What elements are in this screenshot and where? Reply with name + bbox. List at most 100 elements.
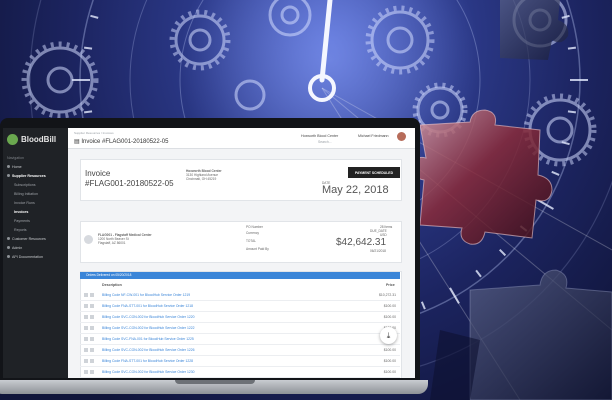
line-item-price: $100.00 bbox=[383, 348, 396, 352]
invoice-date: May 22, 2018 bbox=[322, 184, 389, 196]
edit-icon[interactable] bbox=[90, 304, 94, 308]
sidebar-item-admin[interactable]: Admin bbox=[3, 243, 68, 252]
sidebar-item-customer-resources[interactable]: Customer Resources bbox=[3, 234, 68, 243]
line-item-description[interactable]: Billing Code SVC-FNA-001 for BloodHub Se… bbox=[102, 337, 194, 341]
sidebar-item-label: Invoice Runs bbox=[14, 200, 35, 205]
expand-icon[interactable] bbox=[84, 304, 88, 308]
invoice-total: $42,642.31 bbox=[336, 237, 387, 248]
nav-heading: Navigation bbox=[7, 156, 24, 160]
line-item-description[interactable]: Billing Code SVC-CON-002 for BloodHub Se… bbox=[102, 315, 195, 319]
clock-tick bbox=[90, 14, 99, 19]
brand[interactable]: BloodBill bbox=[3, 128, 68, 150]
table-row[interactable]: Billing Code SVC-CON-002 for BloodHub Se… bbox=[80, 312, 400, 323]
expand-icon[interactable] bbox=[84, 348, 88, 352]
user-menu[interactable]: Michael Friedmann bbox=[358, 134, 389, 138]
order-group-header[interactable]: Orders Delivered on 05/20/2018 bbox=[80, 272, 400, 279]
edit-icon[interactable] bbox=[90, 370, 94, 374]
edit-icon[interactable] bbox=[90, 293, 94, 297]
expand-icon[interactable] bbox=[84, 370, 88, 374]
expand-icon[interactable] bbox=[84, 293, 88, 297]
label-po-number: PO Number bbox=[246, 225, 263, 229]
org-selector[interactable]: Hoxworth Blood Center bbox=[301, 134, 338, 138]
paid-date: 06/21/2018 bbox=[370, 249, 386, 253]
sidebar-item-home[interactable]: Home bbox=[3, 162, 68, 171]
table-row[interactable]: Billing Code SVC-CON-002 for BloodHub Se… bbox=[80, 345, 400, 356]
sidebar: BloodBill Navigation Home Supplier Resour… bbox=[3, 128, 68, 378]
invoice-number: #FLAG001-20180522-05 bbox=[85, 179, 174, 188]
table-row[interactable]: Billing Code SVC-CON-002 for BloodHub Se… bbox=[80, 367, 400, 378]
sidebar-item-subscriptions[interactable]: Subscriptions bbox=[3, 180, 68, 189]
status-badge[interactable]: PAYMENT SCHEDULED bbox=[348, 167, 400, 178]
nav-bullet-icon bbox=[7, 174, 10, 177]
download-icon: ⤓ bbox=[386, 330, 391, 340]
edit-icon[interactable] bbox=[90, 337, 94, 341]
sidebar-item-payments[interactable]: Payments bbox=[3, 216, 68, 225]
table-row[interactable]: Billing Code SVC-CON-002 for BloodHub Se… bbox=[80, 323, 400, 334]
from-address-line2: Cincinnati, OH 45219 bbox=[186, 177, 217, 181]
sidebar-item-label: Invoices bbox=[14, 209, 29, 214]
sidebar-item-label: Customer Resources bbox=[12, 236, 46, 241]
edit-icon[interactable] bbox=[90, 326, 94, 330]
brand-name: BloodBill bbox=[21, 134, 57, 144]
clock-tick bbox=[498, 248, 507, 257]
page-title: ▤ Invoice #FLAG001-20180522-05 bbox=[74, 139, 169, 145]
col-price: Price bbox=[386, 283, 395, 287]
label-currency: Currency bbox=[246, 231, 259, 235]
main-content: Invoice #FLAG001-20180522-05 Hoxworth Bl… bbox=[68, 149, 415, 378]
sidebar-item-label: Billing Initiation bbox=[14, 191, 38, 196]
nav-bullet-icon bbox=[7, 246, 10, 249]
expand-icon[interactable] bbox=[84, 315, 88, 319]
clock-tick bbox=[567, 110, 577, 114]
laptop: BloodBill Navigation Home Supplier Resour… bbox=[0, 118, 430, 400]
sidebar-item-invoices[interactable]: Invoices bbox=[3, 207, 68, 216]
avatar[interactable] bbox=[397, 132, 406, 141]
sidebar-item-reports[interactable]: Reports bbox=[3, 225, 68, 234]
expand-icon[interactable] bbox=[84, 326, 88, 330]
line-item-description[interactable]: Billing Code SVC-CON-002 for BloodHub Se… bbox=[102, 370, 195, 374]
line-item-price: $100.00 bbox=[383, 370, 396, 374]
customer-avatar bbox=[84, 235, 93, 244]
table-row[interactable]: Billing Code FNA-STT-001 for BloodHub Se… bbox=[80, 301, 400, 312]
clock-tick bbox=[83, 46, 93, 50]
bloodbill-logo-icon bbox=[7, 133, 18, 145]
edit-icon[interactable] bbox=[90, 359, 94, 363]
topbar: Supplier Resources / Invoices ▤ Invoice … bbox=[68, 128, 415, 149]
clock-tick bbox=[475, 269, 482, 278]
line-item-price: $100.00 bbox=[383, 304, 396, 308]
sidebar-nav: Home Supplier Resources Subscriptions Billi… bbox=[3, 162, 68, 261]
col-description: Description bbox=[102, 283, 122, 287]
clock-tick bbox=[83, 110, 93, 114]
sidebar-item-label: Payments bbox=[14, 218, 30, 223]
edit-icon[interactable] bbox=[90, 315, 94, 319]
hero-scene: BloodBill Navigation Home Supplier Resour… bbox=[0, 0, 612, 400]
laptop-bezel: BloodBill Navigation Home Supplier Resour… bbox=[0, 118, 420, 380]
puzzle-piece-icon bbox=[411, 109, 553, 245]
line-item-description[interactable]: Billing Code SVC-CON-002 for BloodHub Se… bbox=[102, 348, 195, 352]
expand-icon[interactable] bbox=[84, 359, 88, 363]
line-item-description[interactable]: Billing Code FNA-STT-001 for BloodHub Se… bbox=[102, 304, 193, 308]
download-button[interactable]: ⤓ bbox=[380, 327, 397, 344]
sidebar-item-label: Reports bbox=[14, 227, 27, 232]
breadcrumb[interactable]: Supplier Resources / Invoices bbox=[74, 131, 114, 135]
sidebar-item-supplier-resources[interactable]: Supplier Resources bbox=[3, 171, 68, 180]
label-total: TOTAL bbox=[246, 239, 256, 243]
nav-bullet-icon bbox=[7, 237, 10, 240]
sidebar-item-label: Admin bbox=[12, 245, 23, 250]
invoice-heading: Invoice bbox=[85, 169, 111, 178]
edit-icon[interactable] bbox=[90, 348, 94, 352]
sidebar-item-label: Subscriptions bbox=[14, 182, 36, 187]
clock-tick bbox=[551, 170, 560, 176]
search-input[interactable]: Search... bbox=[318, 140, 332, 144]
table-row[interactable]: Billing Code SVC-FNA-001 for BloodHub Se… bbox=[80, 334, 400, 345]
sidebar-item-billing-initiation[interactable]: Billing Initiation bbox=[3, 189, 68, 198]
line-item-description[interactable]: Billing Code SVC-CON-002 for BloodHub Se… bbox=[102, 326, 195, 330]
line-item-description[interactable]: Billing Code FNA-STT-001 for BloodHub Se… bbox=[102, 359, 193, 363]
table-row[interactable]: Billing Code NF-CW-001 for BloodHub Serv… bbox=[80, 290, 400, 301]
table-row[interactable]: Billing Code FNA-STT-001 for BloodHub Se… bbox=[80, 356, 400, 367]
to-address-line2: Flagstaff, AZ 86001 bbox=[98, 241, 126, 245]
line-item-description[interactable]: Billing Code NF-CW-001 for BloodHub Serv… bbox=[102, 293, 190, 297]
sidebar-item-invoice-runs[interactable]: Invoice Runs bbox=[3, 198, 68, 207]
sidebar-item-api-documentation[interactable]: API Documentation bbox=[3, 252, 68, 261]
expand-icon[interactable] bbox=[84, 337, 88, 341]
clock-tick bbox=[567, 46, 577, 50]
